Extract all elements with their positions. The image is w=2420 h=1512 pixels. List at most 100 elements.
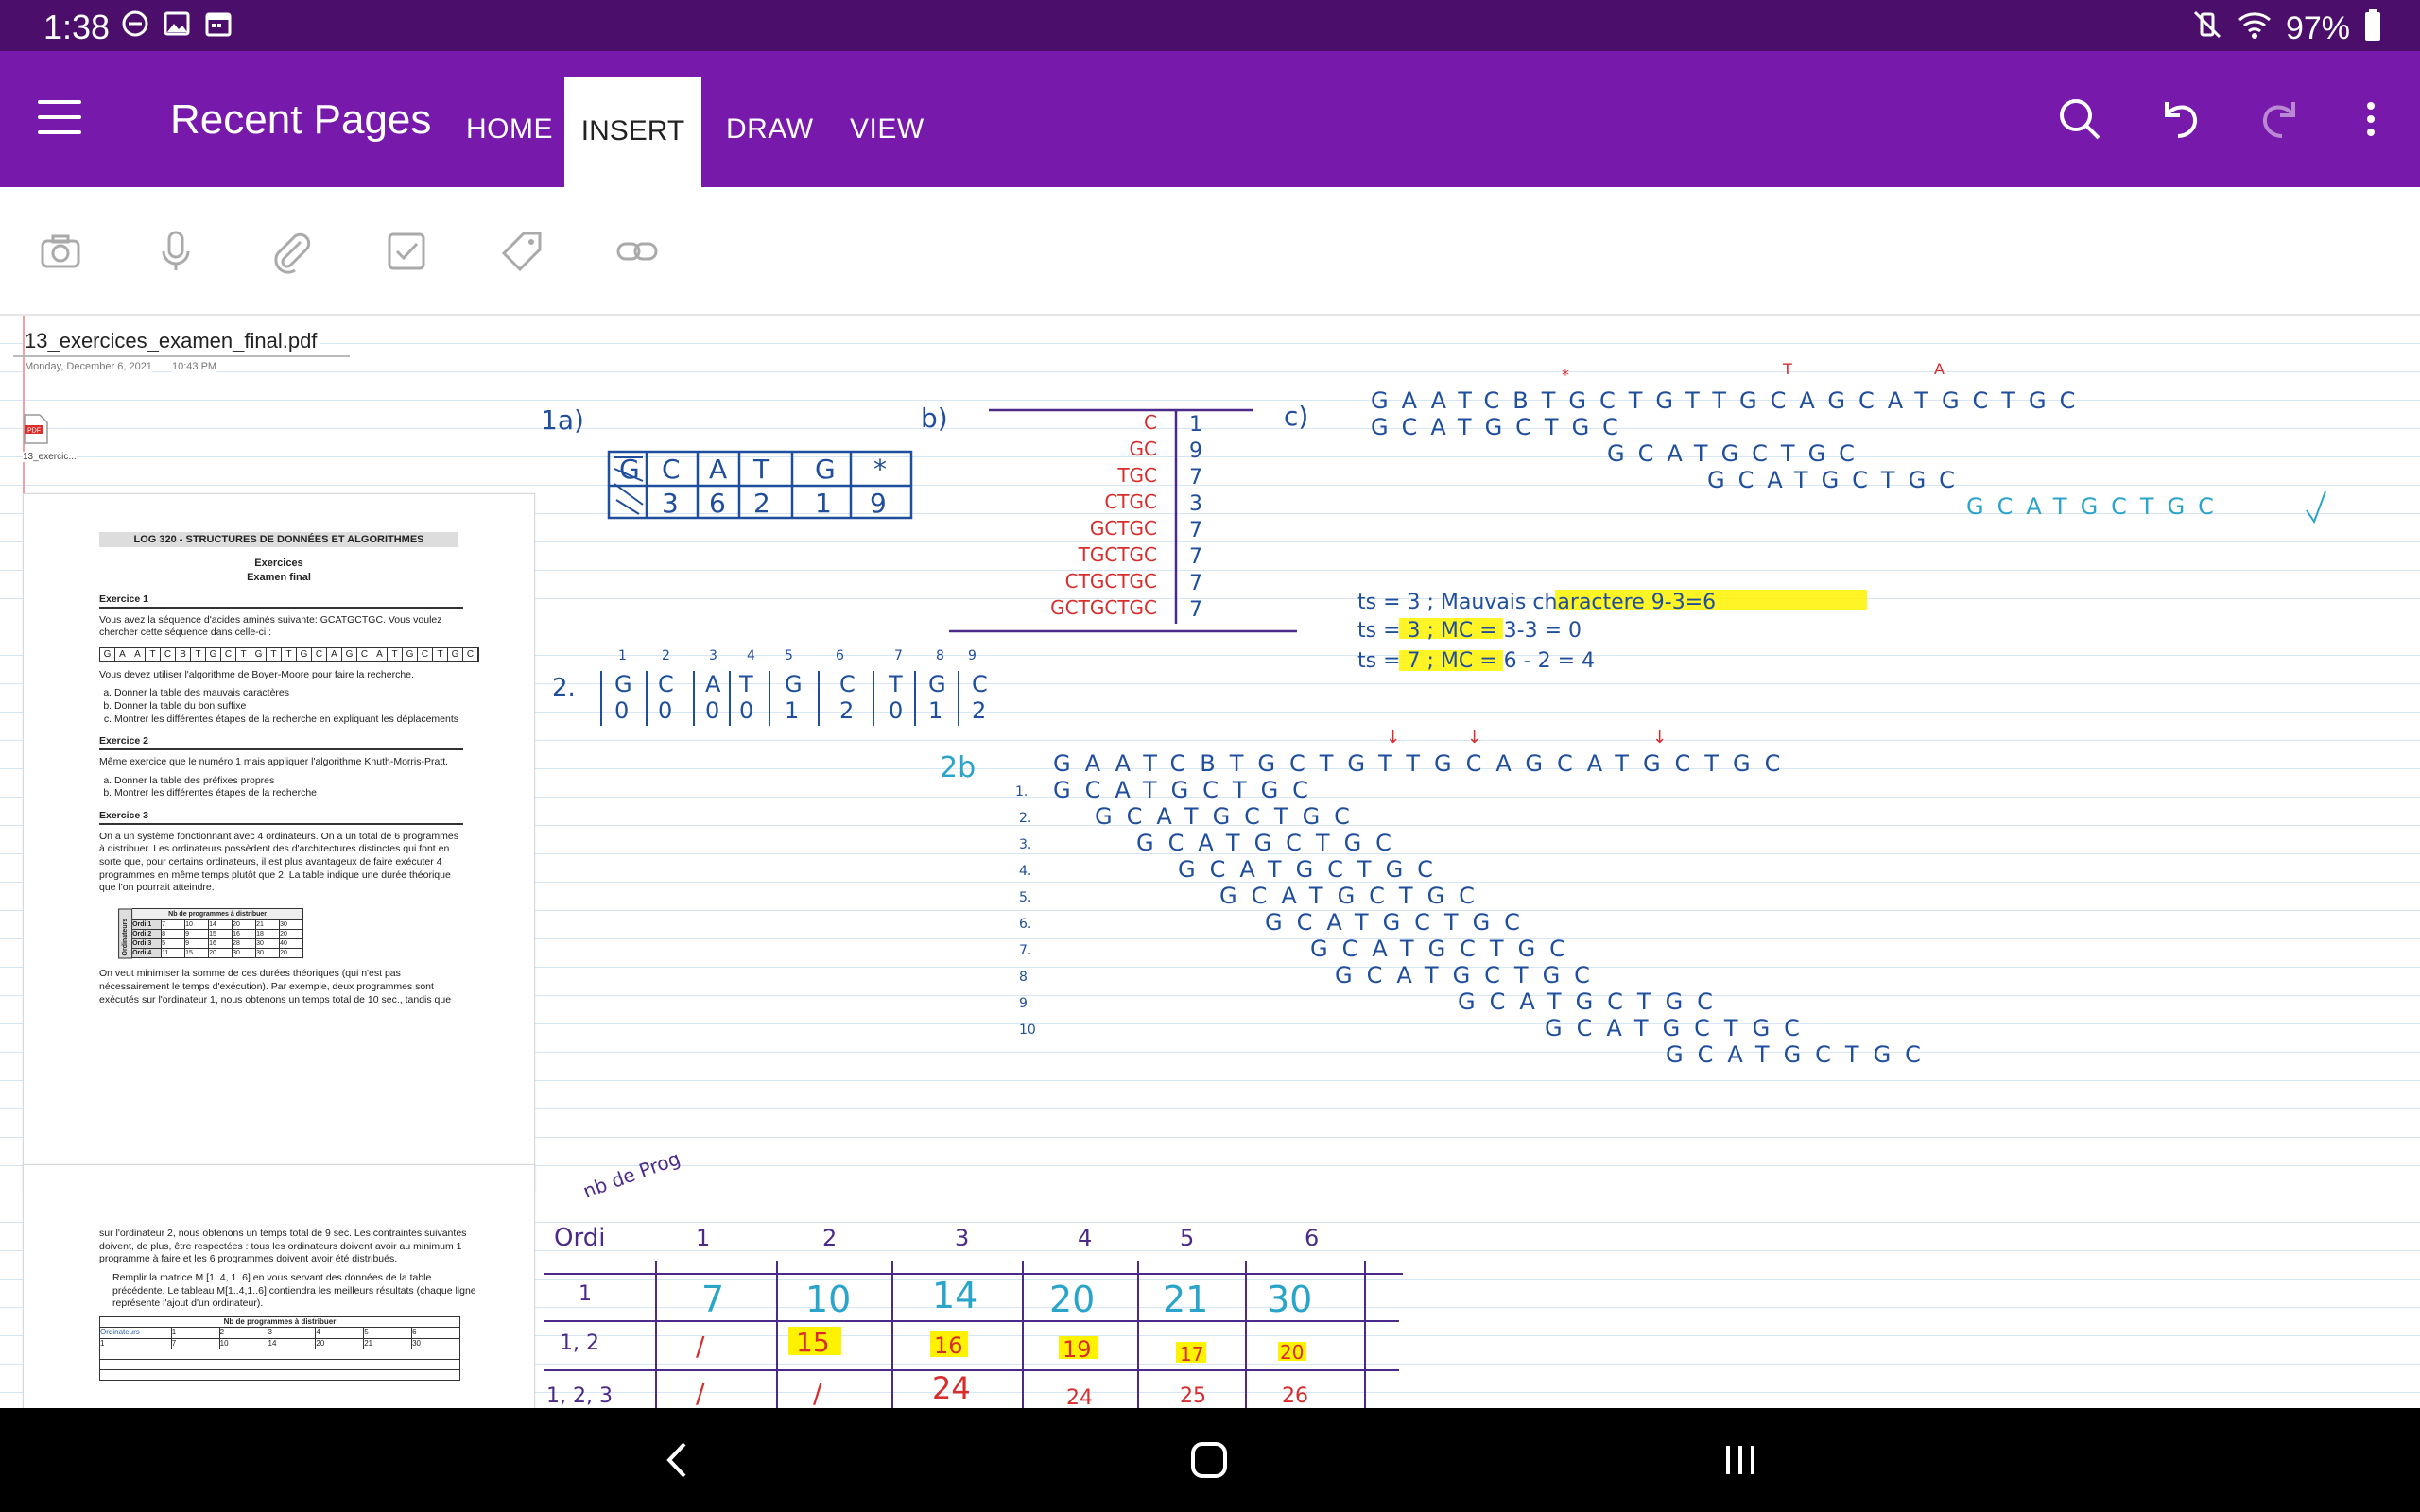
kmp-dividers	[600, 671, 959, 726]
tag-icon[interactable]	[499, 229, 544, 274]
matrix-cell: 24	[932, 1370, 971, 1406]
kmp-index: 6	[836, 648, 844, 663]
redo-icon[interactable]	[2254, 93, 2307, 146]
kmp-value: 0	[614, 697, 629, 724]
kmp-value: 0	[705, 697, 719, 724]
bad-char-top: G	[619, 454, 640, 485]
kmp-char: C	[972, 671, 988, 697]
c-search-steps: GAATCBTGCTGTTGCAGCATGCTGC GCATGCTGC GCAT…	[1371, 387, 2214, 520]
kmp-char: G	[614, 671, 632, 697]
kmp-value: 0	[889, 697, 903, 724]
bad-char-top: *	[873, 454, 887, 485]
arrow-mark: ↓	[1467, 728, 1481, 747]
matrix-cell: 20	[1049, 1279, 1095, 1320]
suffix: GCTGCTGC	[1050, 596, 1157, 619]
bad-char-top: T	[752, 454, 770, 485]
system-nav-bar	[0, 1408, 2420, 1512]
kmp-index: 8	[936, 648, 944, 663]
suffix-list: C GC TGC CTGC GCTGC TGCTGC CTGCTGC GCTGC…	[1050, 411, 1157, 619]
tab-home[interactable]: HOME	[466, 113, 553, 146]
suffix: TGCTGC	[1078, 543, 1157, 566]
suffix-shifts: 1 9 7 3 7 7 7 7	[1189, 413, 1202, 622]
bad-char-bottom: 1	[815, 488, 832, 519]
menu-icon[interactable]	[38, 100, 81, 138]
recents-icon[interactable]	[1717, 1436, 1764, 1484]
microphone-icon[interactable]	[153, 229, 199, 274]
kmp-step: GCATGCTGC	[1219, 883, 1489, 909]
matrix-cell: 26	[1282, 1384, 1308, 1408]
ink-label-1a: 1a)	[541, 404, 584, 436]
arrow-mark: ↓	[1386, 728, 1400, 747]
paperclip-icon[interactable]	[268, 229, 314, 274]
matrix-row-label: 1, 2, 3	[546, 1384, 613, 1408]
tab-view[interactable]: VIEW	[850, 113, 925, 146]
mark: *	[1562, 366, 1569, 384]
tab-insert[interactable]: INSERT	[564, 77, 701, 187]
calendar-icon	[204, 9, 233, 38]
suffix: C	[1144, 411, 1157, 434]
status-bar: 1:38 97%	[0, 0, 2420, 51]
suffix-shift: 7	[1189, 545, 1202, 569]
matrix-cell: 15	[796, 1327, 830, 1358]
tab-draw[interactable]: DRAW	[726, 113, 814, 146]
kmp-text-line: GAATCBTGCTGTTGCAGCATGCTGC	[1053, 750, 1794, 777]
search-icon[interactable]	[2053, 93, 2106, 146]
ink-label-2: 2.	[552, 674, 576, 702]
matrix-cell: 21	[1163, 1279, 1208, 1320]
matrix-cell: 10	[805, 1279, 851, 1320]
app-title: Recent Pages	[170, 96, 432, 143]
home-icon[interactable]	[1185, 1436, 1233, 1484]
app-bar: Recent Pages HOME INSERT DRAW VIEW	[0, 51, 2420, 187]
kmp-char: A	[705, 671, 721, 697]
kmp-value: 0	[658, 697, 672, 724]
bad-char-bottom: 9	[870, 488, 887, 519]
step-number: 1.	[1015, 784, 1028, 799]
matrix-row-label: 1	[579, 1282, 592, 1306]
suffix-shift: 7	[1189, 519, 1202, 542]
kmp-char: T	[888, 671, 903, 697]
suffix-shift: 7	[1189, 598, 1202, 622]
kmp-char: T	[738, 671, 753, 697]
back-icon[interactable]	[654, 1436, 701, 1484]
kmp-step: GCATGCTGC	[1458, 988, 1727, 1015]
kmp-value-row: 0 0 0 0 1 2 0 1 2	[614, 697, 986, 724]
kmp-value: 2	[972, 697, 986, 724]
kmp-step-numbers: 1. 2. 3. 4. 5. 6. 7. 8 9 10	[1015, 784, 1036, 1038]
bad-char-bottom: 6	[709, 488, 726, 519]
kmp-step: GCATGCTGC	[1178, 856, 1447, 883]
step-number: 8	[1019, 970, 1028, 985]
suffix: GCTGC	[1090, 517, 1157, 540]
undo-icon[interactable]	[2153, 93, 2206, 146]
matrix-row-2: / 15 16 19 17 20	[696, 1327, 1304, 1366]
matrix-cell: 16	[934, 1332, 963, 1359]
dnd-icon	[121, 9, 149, 38]
matrix-row-labels: 1 1, 2 1, 2, 3	[546, 1282, 613, 1408]
kmp-index: 7	[894, 648, 903, 663]
mark: A	[1934, 360, 1945, 378]
kmp-step: GCATGCTGC	[1666, 1041, 1935, 1068]
status-time: 1:38	[43, 8, 111, 46]
check-mark	[2306, 490, 2326, 524]
wifi-icon	[2237, 9, 2273, 49]
link-icon[interactable]	[614, 229, 660, 274]
more-icon[interactable]	[2344, 93, 2397, 146]
tab-insert-label: INSERT	[580, 115, 685, 146]
bad-char-top: C	[662, 454, 681, 485]
matrix-cell: /	[696, 1331, 705, 1362]
camera-icon[interactable]	[38, 229, 83, 274]
ink-label-2b: 2b	[940, 751, 976, 784]
step-number: 3.	[1019, 837, 1031, 852]
kmp-value: 1	[928, 697, 942, 724]
matrix-cell: /	[813, 1378, 822, 1408]
matrix-cell: 7	[701, 1279, 724, 1320]
kmp-index-row: 1 2 3 4 5 6 7 8 9	[618, 648, 977, 663]
arrow-mark: ↓	[1652, 728, 1667, 747]
step-number: 10	[1019, 1022, 1036, 1038]
kmp-index: 9	[968, 648, 977, 663]
step-number: 2.	[1019, 811, 1031, 826]
matrix-col: 1	[696, 1225, 710, 1251]
checkbox-icon[interactable]	[384, 229, 429, 274]
note-canvas[interactable]: 13_exercices_examen_final.pdf Monday, De…	[0, 316, 2420, 1408]
insert-toolbar	[0, 187, 2420, 316]
c-text-line: GAATCBTGCTGTTGCAGCATGCTGC	[1371, 387, 2088, 414]
